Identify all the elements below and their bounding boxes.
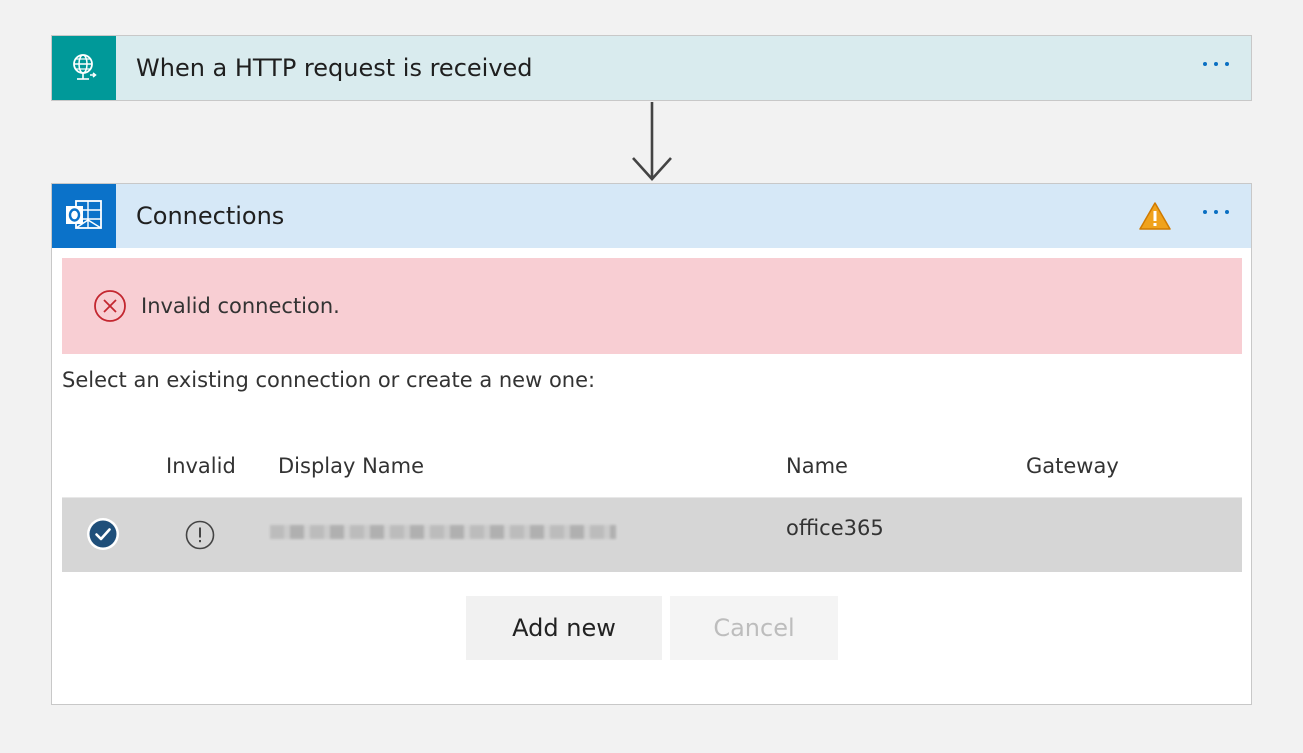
dot-icon	[1225, 62, 1229, 66]
dot-icon	[1225, 210, 1229, 214]
dot-icon	[1214, 62, 1218, 66]
connections-more-options-button[interactable]	[1199, 204, 1233, 220]
connections-title: Connections	[136, 202, 285, 230]
flow-arrow-icon	[632, 102, 672, 181]
error-circle-icon	[94, 290, 126, 322]
column-header-name: Name	[786, 454, 848, 478]
trigger-icon-tile	[52, 36, 116, 100]
warning-icon[interactable]	[1139, 201, 1171, 231]
globe-request-icon	[73, 54, 97, 80]
dot-icon	[1214, 210, 1218, 214]
exclamation-circle-icon	[185, 520, 215, 550]
dot-icon	[1203, 210, 1207, 214]
dot-icon	[1203, 62, 1207, 66]
connections-header[interactable]: Connections	[52, 184, 1251, 248]
cancel-button[interactable]: Cancel	[670, 596, 838, 660]
add-new-button[interactable]: Add new	[466, 596, 662, 660]
column-header-gateway: Gateway	[1026, 454, 1119, 478]
error-message: Invalid connection.	[141, 294, 340, 318]
trigger-card[interactable]: When a HTTP request is received	[51, 35, 1252, 101]
selected-check-icon[interactable]	[86, 517, 120, 551]
connection-name: office365	[786, 516, 884, 540]
table-row[interactable]: office365	[62, 498, 1242, 572]
column-header-invalid: Invalid	[166, 454, 236, 478]
outlook-icon	[66, 200, 102, 229]
connections-icon-tile	[52, 184, 116, 248]
connection-prompt: Select an existing connection or create …	[62, 368, 596, 392]
column-header-display-name: Display Name	[278, 454, 425, 478]
trigger-more-options-button[interactable]	[1199, 56, 1233, 72]
error-banner: Invalid connection.	[62, 258, 1242, 354]
trigger-title: When a HTTP request is received	[136, 54, 533, 82]
connections-card: Connections Invalid connection. Select a…	[51, 183, 1252, 705]
trigger-header[interactable]: When a HTTP request is received	[52, 36, 1251, 100]
display-name-redacted	[270, 525, 616, 539]
